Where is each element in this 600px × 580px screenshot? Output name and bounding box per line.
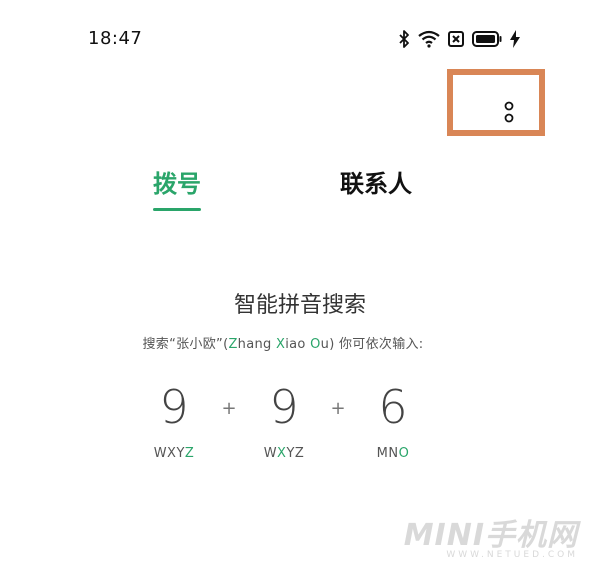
key-sequence: 9 WXYZ + 9 WXYZ + 6 MNO xyxy=(0,380,600,470)
tab-bar: 拨号 联系人 xyxy=(0,164,600,224)
key-letters-3-pre: MN xyxy=(376,446,399,461)
key-digit-2: 9 xyxy=(269,380,299,434)
hint-sub-prefix: 搜索“张小欧”( xyxy=(142,337,229,352)
hint-sub-z: Z xyxy=(228,337,238,352)
key-letters-1: WXYZ xyxy=(139,446,209,461)
battery-icon xyxy=(472,31,502,47)
key-digit-1: 9 xyxy=(159,380,189,434)
wifi-icon xyxy=(418,30,440,48)
hint-sub-u: u xyxy=(320,337,330,352)
tab-dial[interactable]: 拨号 xyxy=(153,164,201,199)
key-letters-3: MNO xyxy=(358,446,428,461)
active-tab-indicator xyxy=(153,208,201,211)
hint-sub-x: X xyxy=(276,337,286,352)
hint-sub-suffix: ) 你可依次输入: xyxy=(329,337,424,352)
more-options-button[interactable] xyxy=(447,69,545,136)
hint-sub-iao: iao xyxy=(285,337,311,352)
plus-sign-1: + xyxy=(221,398,237,419)
sim-icon xyxy=(448,31,464,47)
key-letters-2: WXYZ xyxy=(249,446,319,461)
charging-icon xyxy=(510,30,520,48)
tab-contacts[interactable]: 联系人 xyxy=(340,164,412,199)
hint-title: 智能拼音搜索 xyxy=(233,293,366,318)
hint-sub-o: O xyxy=(310,337,321,352)
key-letters-1-pre: WXY xyxy=(153,446,185,461)
watermark: MINI手机网 WWW.NETUED.COM xyxy=(404,510,578,560)
status-bar: 18:47 xyxy=(0,0,600,80)
more-options-icon xyxy=(504,101,514,123)
key-digit-3: 6 xyxy=(378,380,408,434)
status-icons xyxy=(398,30,520,48)
key-letters-2-post: YZ xyxy=(286,446,305,461)
hint-subtitle: 搜索“张小欧”(Zhang Xiao Ou) 你可依次输入: xyxy=(0,333,566,352)
watermark-logo: MINI手机网 xyxy=(403,518,578,553)
bluetooth-icon xyxy=(399,30,409,48)
key-letters-3-hl: O xyxy=(398,446,410,461)
hint-sub-hang: hang xyxy=(237,337,277,352)
key-letters-1-hl: Z xyxy=(184,446,195,461)
plus-sign-2: + xyxy=(330,398,346,419)
status-time: 18:47 xyxy=(88,28,143,49)
key-letters-2-pre: W xyxy=(263,446,278,461)
